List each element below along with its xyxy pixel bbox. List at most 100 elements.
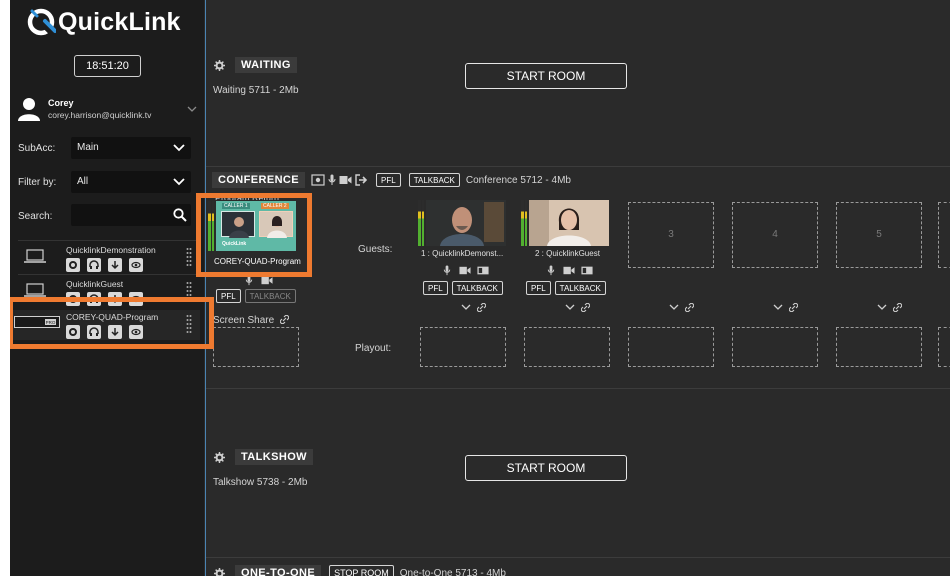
talkback-toggle[interactable]: TALKBACK xyxy=(451,281,503,295)
link-icon[interactable] xyxy=(893,303,902,312)
guest-video-1[interactable] xyxy=(418,200,506,246)
guest-slot-4[interactable]: 4 xyxy=(732,202,818,268)
divider xyxy=(18,274,198,275)
guests-label: Guests: xyxy=(358,244,393,255)
playout-slot[interactable] xyxy=(420,327,506,367)
audio-meter xyxy=(418,200,424,246)
gear-icon[interactable] xyxy=(214,567,225,576)
pfl-toggle[interactable]: PFL xyxy=(526,281,551,295)
quicklink-logo: QuickLink xyxy=(26,6,181,38)
search-label: Search: xyxy=(18,211,53,222)
microphone-icon[interactable] xyxy=(328,174,336,186)
drag-handle-icon[interactable] xyxy=(186,247,192,269)
playout-slot[interactable] xyxy=(938,327,950,367)
screen-share-slot[interactable] xyxy=(213,327,299,367)
highlight-box-program xyxy=(196,193,312,277)
slot-number: 5 xyxy=(876,228,882,240)
sidebar-divider xyxy=(205,0,206,576)
playout-slot[interactable] xyxy=(628,327,714,367)
device-item[interactable]: QuicklinkDemonstration xyxy=(10,243,200,273)
filter-select[interactable]: All xyxy=(71,171,191,193)
guest-slot-5[interactable]: 5 xyxy=(836,202,922,268)
link-icon[interactable] xyxy=(581,303,590,312)
guest-actions xyxy=(877,303,902,312)
guest-video-2[interactable] xyxy=(521,200,609,246)
guest-actions xyxy=(669,303,694,312)
room-tag: TALKSHOW xyxy=(235,449,313,465)
microphone-icon[interactable] xyxy=(441,265,453,276)
pfl-toggle[interactable]: PFL xyxy=(423,281,448,295)
camera-icon[interactable] xyxy=(459,265,471,276)
camera-icon[interactable] xyxy=(563,265,575,276)
talkback-toggle[interactable]: TALKBACK xyxy=(244,289,296,303)
playout-slot[interactable] xyxy=(524,327,610,367)
room-tag: ONE-TO-ONE xyxy=(235,565,322,576)
search-icon[interactable] xyxy=(173,208,187,222)
link-icon[interactable] xyxy=(685,303,694,312)
gear-icon[interactable] xyxy=(66,258,80,272)
chevron-down-icon[interactable] xyxy=(565,304,575,311)
room-header-conference: CONFERENCE PFL TALKBACK Conference 5712 … xyxy=(212,172,571,188)
screen-share-icon[interactable] xyxy=(477,265,489,276)
slot-number: 3 xyxy=(668,228,674,240)
subacc-select[interactable]: Main xyxy=(71,137,191,159)
gear-icon[interactable] xyxy=(214,451,225,463)
guest-slot-6[interactable] xyxy=(938,202,950,268)
headphones-icon[interactable] xyxy=(87,258,101,272)
playout-label: Playout: xyxy=(355,343,392,354)
talkback-toggle[interactable]: TALKBACK xyxy=(408,173,460,187)
chevron-down-icon xyxy=(173,178,185,186)
room-header-one-to-one: ONE-TO-ONE STOP ROOM One-to-One 5713 - 4… xyxy=(214,565,506,576)
gear-icon[interactable] xyxy=(214,59,225,71)
playout-slot[interactable] xyxy=(836,327,922,367)
link-icon[interactable] xyxy=(477,303,486,312)
app-window: QuickLink 18:51:20 Corey corey.harrison@… xyxy=(10,0,950,576)
pfl-toggle[interactable]: PFL xyxy=(376,173,401,187)
chevron-down-icon[interactable] xyxy=(877,304,887,311)
link-icon[interactable] xyxy=(789,303,798,312)
guest-media-icons xyxy=(441,265,489,276)
guest-actions xyxy=(461,303,486,312)
start-room-button[interactable]: START ROOM xyxy=(465,455,627,481)
exit-icon[interactable] xyxy=(355,174,368,186)
user-name: Corey xyxy=(48,98,74,108)
download-icon[interactable] xyxy=(108,258,122,272)
screen-share-label: Screen Share xyxy=(213,315,275,326)
eye-icon[interactable] xyxy=(129,258,143,272)
audio-meter xyxy=(521,200,527,246)
start-room-button[interactable]: START ROOM xyxy=(465,63,627,89)
laptop-icon xyxy=(24,283,46,297)
screen-share-icon[interactable] xyxy=(581,265,593,276)
guest-name: 1 : QuicklinkDemonst... xyxy=(421,249,504,258)
guest-video-feed xyxy=(426,200,506,246)
room-tag: WAITING xyxy=(235,57,297,73)
chevron-down-icon[interactable] xyxy=(461,304,471,311)
guest-audio-controls: PFL TALKBACK xyxy=(423,281,503,295)
screen-capture-icon[interactable] xyxy=(311,174,325,186)
brand-name: QuickLink xyxy=(58,7,181,36)
filter-value: All xyxy=(77,176,89,187)
room-header-waiting: WAITING xyxy=(214,57,297,73)
stop-room-button[interactable]: STOP ROOM xyxy=(329,565,394,576)
device-name: QuicklinkGuest xyxy=(66,279,124,289)
guest-media-icons xyxy=(545,265,593,276)
program-audio-controls: PFL TALKBACK xyxy=(216,289,296,303)
microphone-icon[interactable] xyxy=(545,265,557,276)
chevron-down-icon[interactable] xyxy=(186,104,198,114)
chevron-down-icon[interactable] xyxy=(773,304,783,311)
section-divider xyxy=(206,557,950,558)
talkback-toggle[interactable]: TALKBACK xyxy=(554,281,606,295)
playout-slot[interactable] xyxy=(732,327,818,367)
section-divider xyxy=(206,388,950,389)
user-profile[interactable]: Corey corey.harrison@quicklink.tv xyxy=(18,96,198,126)
camera-icon[interactable] xyxy=(339,175,352,185)
quicklink-logo-icon xyxy=(27,8,56,37)
filter-label: Filter by: xyxy=(18,177,57,188)
link-icon[interactable] xyxy=(280,315,289,324)
chevron-down-icon xyxy=(173,144,185,152)
chevron-down-icon[interactable] xyxy=(669,304,679,311)
guest-slot-3[interactable]: 3 xyxy=(628,202,714,268)
pfl-toggle[interactable]: PFL xyxy=(216,289,241,303)
search-input[interactable] xyxy=(71,204,171,226)
search-box xyxy=(71,204,191,226)
